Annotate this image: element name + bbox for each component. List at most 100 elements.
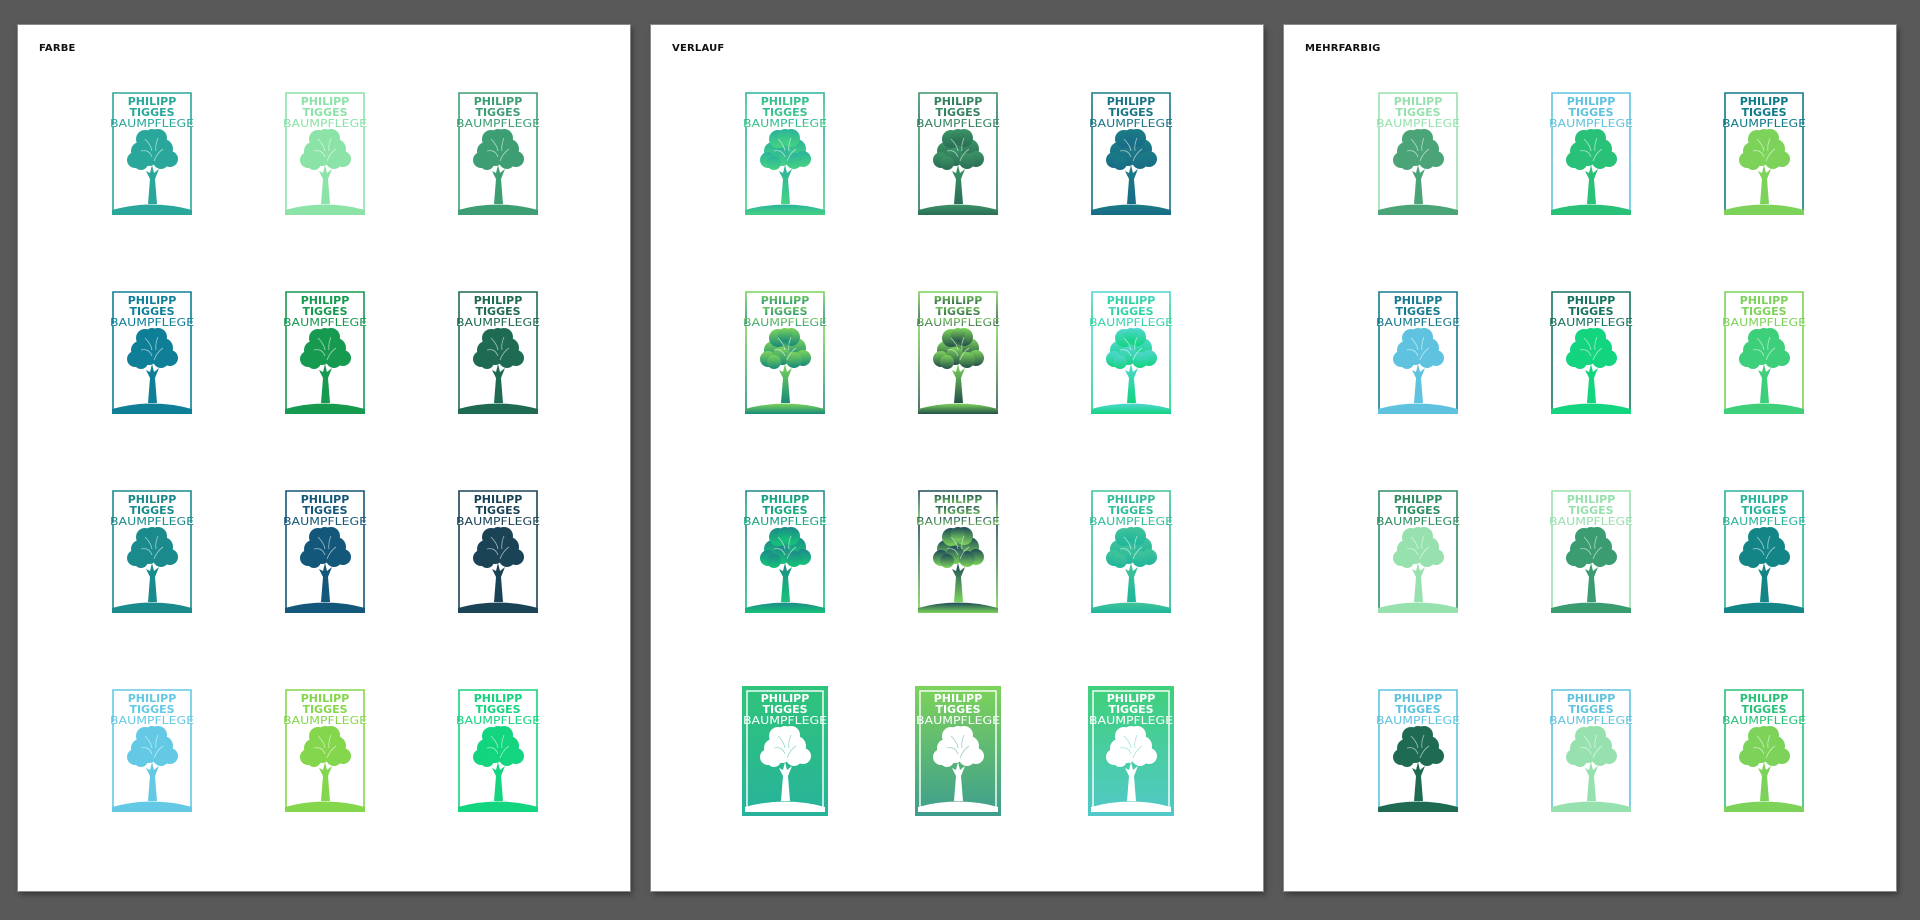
logo-variant[interactable]: PHILIPP TIGGES BAUMPFLEGE [1376,91,1460,217]
tree-logo-icon: PHILIPPTIGGESBAUMPFLEGE [1088,686,1174,816]
logo-text-line3: BAUMPFLEGE [110,118,194,130]
logo-grid: PHILIPP TIGGES BAUMPFLEGE PHILIPP TIGGES BAUM… [18,25,630,891]
logo-text-line3: BAUMPFLEGE [1549,118,1633,130]
logo-variant[interactable]: PHILIPP TIGGES BAUMPFLEGE [1722,290,1806,416]
logo-text-line3: BAUMPFLEGE [916,516,1000,528]
logo-variant[interactable]: PHILIPP TIGGES BAUMPFLEGE [456,91,540,217]
logo-variant[interactable]: PHILIPP TIGGES BAUMPFLEGE [1088,686,1174,816]
tree-logo-icon: PHILIPPTIGGESBAUMPFLEGE [283,490,367,613]
tree-logo-icon: PHILIPPTIGGESBAUMPFLEGE [1549,689,1633,812]
logo-text-line3: BAUMPFLEGE [1722,516,1806,528]
tree-logo-icon: PHILIPPTIGGESBAUMPFLEGE [1089,291,1173,414]
logo-variant[interactable]: PHILIPP TIGGES BAUMPFLEGE [1722,688,1806,814]
logo-variant[interactable]: PHILIPP TIGGES BAUMPFLEGE [283,489,367,615]
logo-text-line3: BAUMPFLEGE [1089,516,1173,528]
logo-variant[interactable]: PHILIPP TIGGES BAUMPFLEGE [456,688,540,814]
logo-text-line3: BAUMPFLEGE [1089,715,1173,727]
logo-variant[interactable]: PHILIPP TIGGES BAUMPFLEGE [1089,489,1173,615]
logo-variant[interactable]: PHILIPP TIGGES BAUMPFLEGE [110,688,194,814]
logo-variant[interactable]: PHILIPP TIGGES BAUMPFLEGE [283,91,367,217]
logo-text-line3: BAUMPFLEGE [1549,317,1633,329]
tree-logo-icon: PHILIPPTIGGESBAUMPFLEGE [743,291,827,414]
tree-logo-icon: PHILIPPTIGGESBAUMPFLEGE [916,291,1000,414]
tree-logo-icon: PHILIPPTIGGESBAUMPFLEGE [110,92,194,215]
logo-variant[interactable]: PHILIPP TIGGES BAUMPFLEGE [1376,290,1460,416]
logo-text-line3: BAUMPFLEGE [1722,118,1806,130]
logo-text-line3: BAUMPFLEGE [1376,715,1460,727]
logo-text-line3: BAUMPFLEGE [456,118,540,130]
logo-text-line3: BAUMPFLEGE [283,317,367,329]
artboard-farbe[interactable]: FARBE PHILIPP TIGGES BAUMPFLEGE PHILIPP TIGG… [18,25,630,891]
logo-text-line3: BAUMPFLEGE [456,715,540,727]
logo-variant[interactable]: PHILIPP TIGGES BAUMPFLEGE [1376,688,1460,814]
logo-variant[interactable]: PHILIPP TIGGES BAUMPFLEGE [1549,290,1633,416]
logo-text-line3: BAUMPFLEGE [456,317,540,329]
tree-logo-icon: PHILIPPTIGGESBAUMPFLEGE [283,689,367,812]
tree-logo-icon: PHILIPPTIGGESBAUMPFLEGE [1376,490,1460,613]
logo-text-line3: BAUMPFLEGE [1376,317,1460,329]
tree-logo-icon: PHILIPPTIGGESBAUMPFLEGE [456,490,540,613]
tree-logo-icon: PHILIPPTIGGESBAUMPFLEGE [110,490,194,613]
logo-variant[interactable]: PHILIPP TIGGES BAUMPFLEGE [283,290,367,416]
tree-logo-icon: PHILIPPTIGGESBAUMPFLEGE [742,686,828,816]
tree-logo-icon: PHILIPPTIGGESBAUMPFLEGE [916,92,1000,215]
logo-variant[interactable]: PHILIPP TIGGES BAUMPFLEGE [743,290,827,416]
logo-variant[interactable]: PHILIPP TIGGES BAUMPFLEGE [1722,489,1806,615]
logo-text-line3: BAUMPFLEGE [456,516,540,528]
logo-text-line3: BAUMPFLEGE [283,516,367,528]
logo-text-line3: BAUMPFLEGE [916,118,1000,130]
tree-logo-icon: PHILIPPTIGGESBAUMPFLEGE [283,92,367,215]
logo-variant[interactable]: PHILIPP TIGGES BAUMPFLEGE [1722,91,1806,217]
logo-variant[interactable]: PHILIPP TIGGES BAUMPFLEGE [456,489,540,615]
tree-logo-icon: PHILIPPTIGGESBAUMPFLEGE [1376,291,1460,414]
tree-logo-icon: PHILIPPTIGGESBAUMPFLEGE [1549,291,1633,414]
logo-variant[interactable]: PHILIPP TIGGES BAUMPFLEGE [1089,290,1173,416]
logo-variant[interactable]: PHILIPP TIGGES BAUMPFLEGE [1376,489,1460,615]
tree-logo-icon: PHILIPPTIGGESBAUMPFLEGE [743,490,827,613]
tree-logo-icon: PHILIPPTIGGESBAUMPFLEGE [110,291,194,414]
logo-text-line3: BAUMPFLEGE [1376,118,1460,130]
logo-variant[interactable]: PHILIPP TIGGES BAUMPFLEGE [1089,91,1173,217]
artboard-verlauf[interactable]: VERLAUF PHILIPP TIGGES BAUMPFLEGE PHILIPP TI… [651,25,1263,891]
logo-variant[interactable]: PHILIPP TIGGES BAUMPFLEGE [1549,489,1633,615]
artboard-mehrfarbig[interactable]: MEHRFARBIG PHILIPP TIGGES BAUMPFLEGE PHILIP… [1284,25,1896,891]
logo-variant[interactable]: PHILIPP TIGGES BAUMPFLEGE [283,688,367,814]
logo-variant[interactable]: PHILIPP TIGGES BAUMPFLEGE [456,290,540,416]
tree-logo-icon: PHILIPPTIGGESBAUMPFLEGE [1376,689,1460,812]
logo-text-line3: BAUMPFLEGE [283,118,367,130]
logo-text-line3: BAUMPFLEGE [743,715,827,727]
tree-logo-icon: PHILIPPTIGGESBAUMPFLEGE [1089,490,1173,613]
tree-logo-icon: PHILIPPTIGGESBAUMPFLEGE [916,490,1000,613]
logo-variant[interactable]: PHILIPP TIGGES BAUMPFLEGE [742,686,828,816]
logo-text-line3: BAUMPFLEGE [110,317,194,329]
tree-logo-icon: PHILIPPTIGGESBAUMPFLEGE [1722,490,1806,613]
tree-logo-icon: PHILIPPTIGGESBAUMPFLEGE [1722,291,1806,414]
logo-variant[interactable]: PHILIPP TIGGES BAUMPFLEGE [916,91,1000,217]
tree-logo-icon: PHILIPPTIGGESBAUMPFLEGE [1722,92,1806,215]
logo-text-line3: BAUMPFLEGE [916,317,1000,329]
logo-variant[interactable]: PHILIPP TIGGES BAUMPFLEGE [110,290,194,416]
logo-variant[interactable]: PHILIPP TIGGES BAUMPFLEGE [916,290,1000,416]
tree-logo-icon: PHILIPPTIGGESBAUMPFLEGE [1549,92,1633,215]
logo-variant[interactable]: PHILIPP TIGGES BAUMPFLEGE [1549,91,1633,217]
logo-text-line3: BAUMPFLEGE [1549,715,1633,727]
logo-variant[interactable]: PHILIPP TIGGES BAUMPFLEGE [1549,688,1633,814]
logo-text-line3: BAUMPFLEGE [110,715,194,727]
logo-text-line3: BAUMPFLEGE [1089,118,1173,130]
logo-text-line3: BAUMPFLEGE [1722,715,1806,727]
logo-text-line3: BAUMPFLEGE [110,516,194,528]
logo-variant[interactable]: PHILIPP TIGGES BAUMPFLEGE [743,91,827,217]
logo-text-line3: BAUMPFLEGE [743,118,827,130]
logo-variant[interactable]: PHILIPP TIGGES BAUMPFLEGE [915,686,1001,816]
logo-text-line3: BAUMPFLEGE [743,317,827,329]
logo-grid: PHILIPP TIGGES BAUMPFLEGE PHILIPP TIGGES BAUM… [1284,25,1896,891]
logo-variant[interactable]: PHILIPP TIGGES BAUMPFLEGE [743,489,827,615]
logo-variant[interactable]: PHILIPP TIGGES BAUMPFLEGE [916,489,1000,615]
logo-variant[interactable]: PHILIPP TIGGES BAUMPFLEGE [110,91,194,217]
logo-text-line3: BAUMPFLEGE [283,715,367,727]
tree-logo-icon: PHILIPPTIGGESBAUMPFLEGE [915,686,1001,816]
tree-logo-icon: PHILIPPTIGGESBAUMPFLEGE [283,291,367,414]
logo-variant[interactable]: PHILIPP TIGGES BAUMPFLEGE [110,489,194,615]
logo-text-line3: BAUMPFLEGE [1089,317,1173,329]
logo-grid: PHILIPP TIGGES BAUMPFLEGE PHILIPP TIGGES BAUM… [651,25,1263,891]
